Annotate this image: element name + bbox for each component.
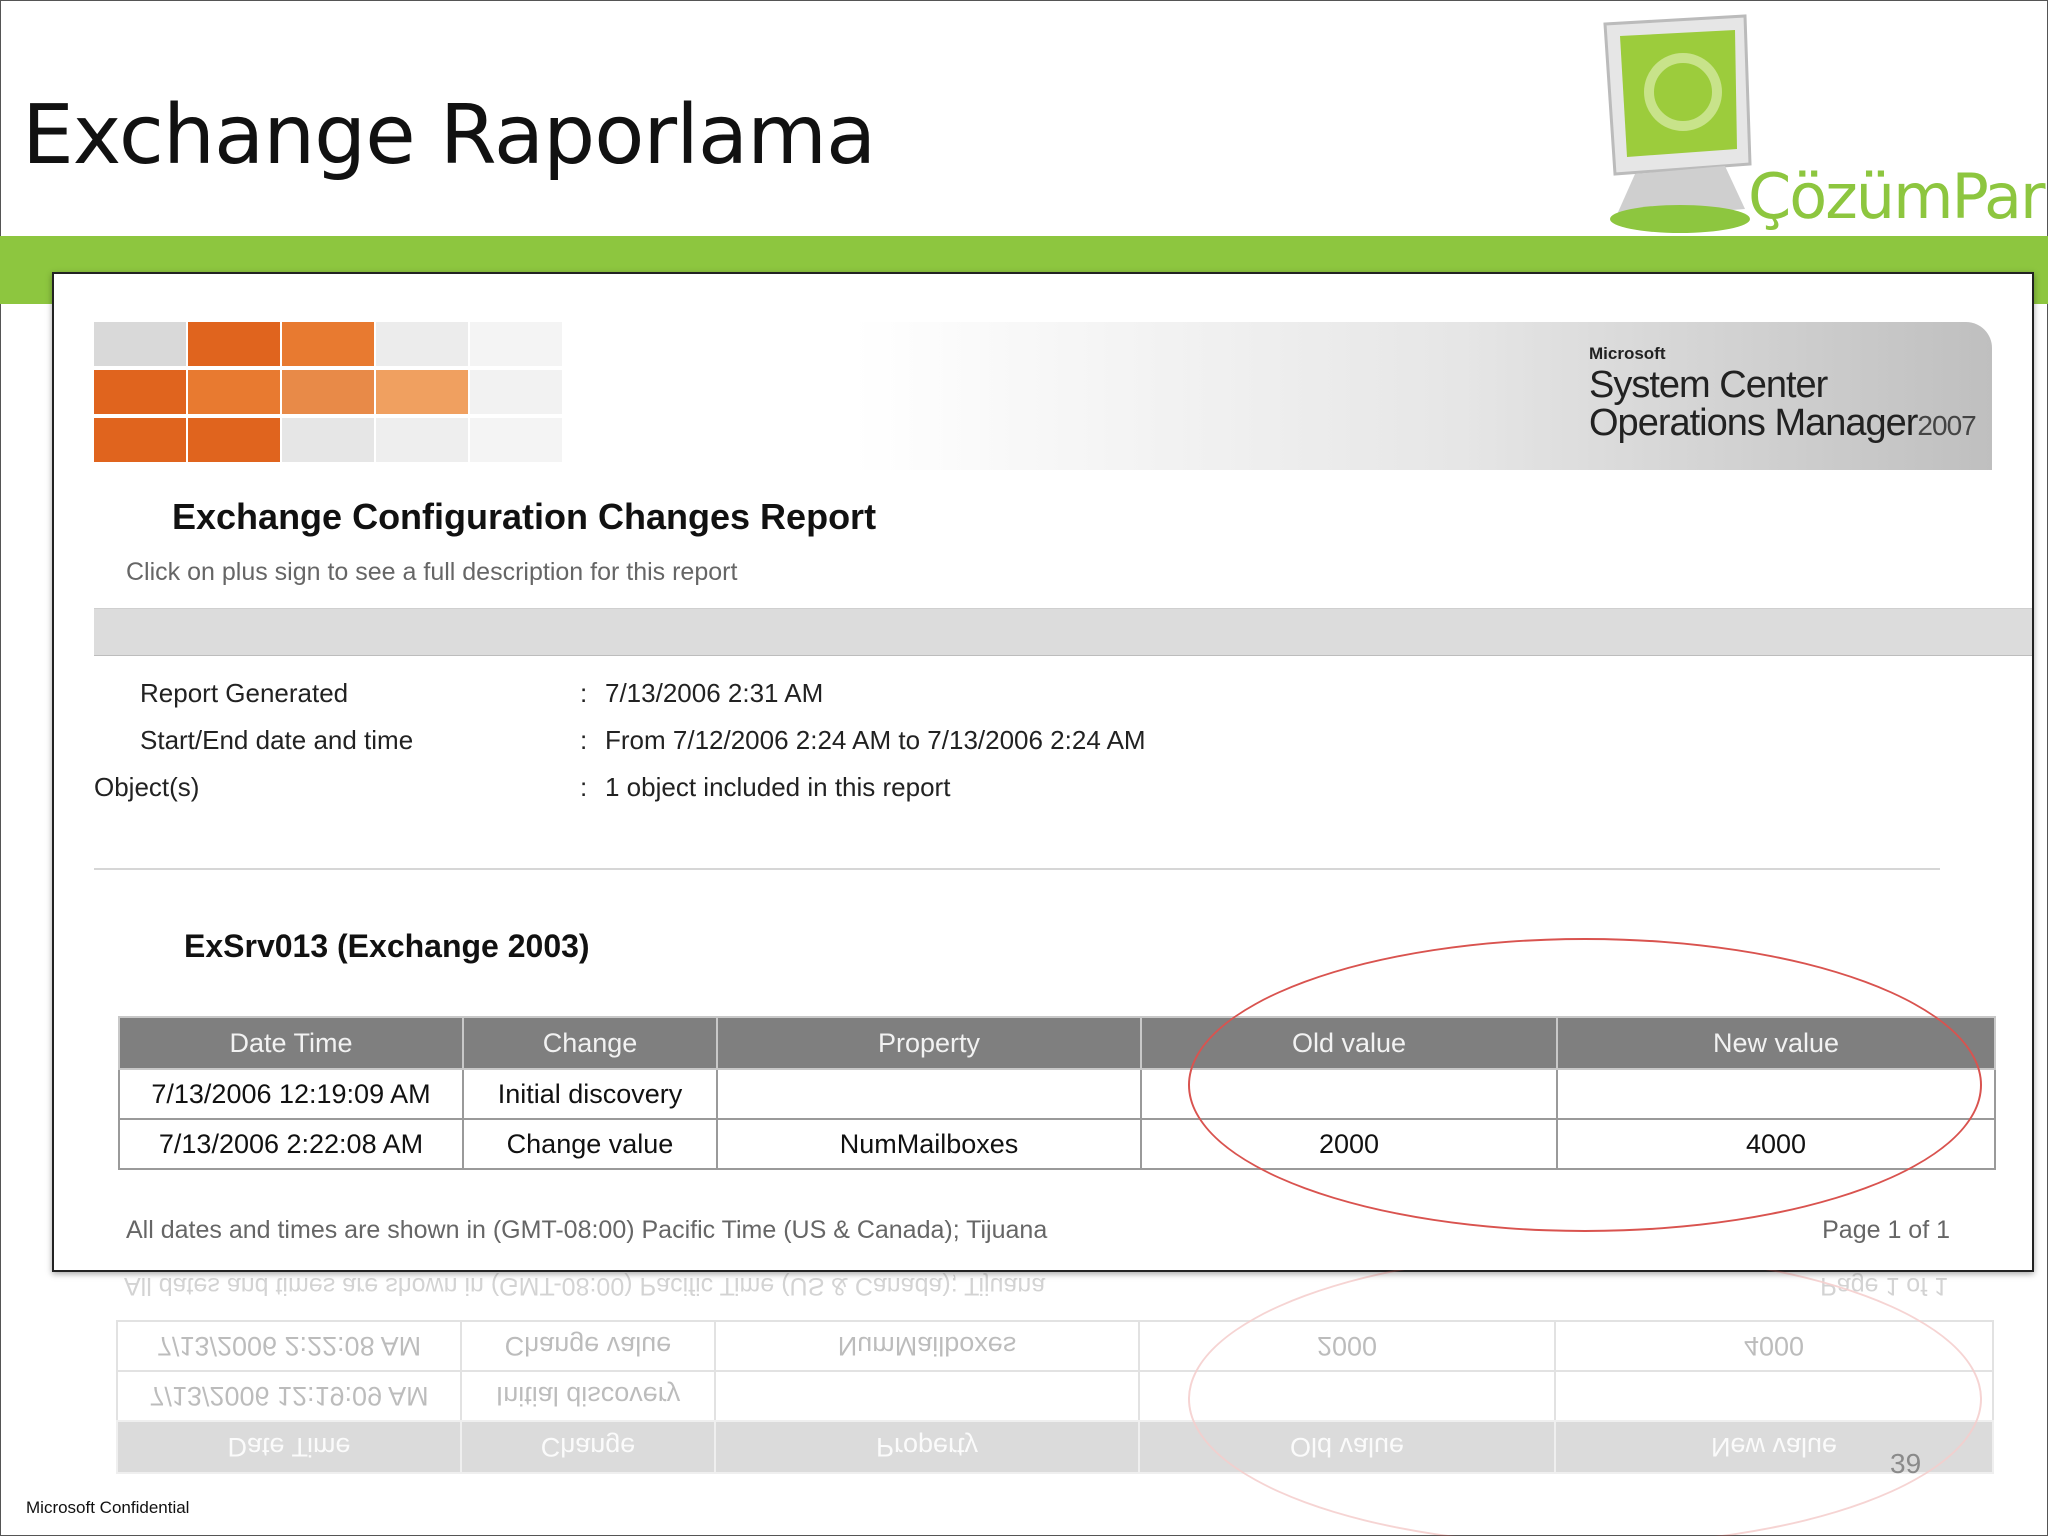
cell-property: NumMailboxes <box>716 1118 1142 1170</box>
cell-property <box>716 1068 1142 1120</box>
meta-value: 7/13/2006 2:31 AM <box>605 678 824 708</box>
reflection-ellipse <box>1188 1270 1982 1536</box>
header-change: Change <box>462 1016 718 1070</box>
brand-line1: System Center <box>1589 364 1828 406</box>
report-toolbar-bar <box>94 608 2032 656</box>
reflection-footer-timezone: All dates and times are shown in (GMT-08… <box>124 1272 1046 1300</box>
brand-year: 2007 <box>1917 410 1976 441</box>
reflection-cell: 7/13/2006 2:22:08 AM <box>117 1321 461 1371</box>
footer-page: Page 1 of 1 <box>1822 1216 1950 1244</box>
report-subtitle[interactable]: Click on plus sign to see a full descrip… <box>126 558 737 587</box>
cell-change: Initial discovery <box>462 1068 718 1120</box>
meta-colon: : <box>580 772 588 802</box>
reflection-cell: NumMailboxes <box>715 1321 1139 1371</box>
reflection-cell <box>715 1371 1139 1421</box>
reflection: Date Time Change Property Old value New … <box>52 1270 2030 1536</box>
reflection-cell: Change value <box>461 1321 715 1371</box>
reflection-inner: Date Time Change Property Old value New … <box>52 1270 2030 1536</box>
header-property: Property <box>716 1016 1142 1070</box>
meta-label: Start/End date and time <box>140 725 414 755</box>
meta-label: Report Generated <box>140 678 349 708</box>
reflection-cell: Initial discovery <box>461 1371 715 1421</box>
header-date-time: Date Time <box>118 1016 464 1070</box>
reflection-cell: 7/13/2006 12:19:09 AM <box>117 1371 461 1421</box>
divider <box>94 868 1940 870</box>
meta-colon: : <box>580 678 588 708</box>
reflection-header: Change <box>461 1421 715 1473</box>
page-number: 39 <box>1890 1448 1922 1479</box>
meta-label: Object(s) <box>94 772 200 802</box>
brand-line2-text: Operations Manager <box>1589 402 1918 444</box>
server-name: ExSrv013 (Exchange 2003) <box>184 928 590 964</box>
highlight-ellipse <box>1188 938 1982 1232</box>
cell-change: Change value <box>462 1118 718 1170</box>
cell-date-time: 7/13/2006 2:22:08 AM <box>118 1118 464 1170</box>
brand-small: Microsoft <box>1589 344 1666 363</box>
footer-timezone: All dates and times are shown in (GMT-08… <box>126 1216 1048 1244</box>
meta-value: From 7/12/2006 2:24 AM to 7/13/2006 2:24… <box>605 725 1146 755</box>
meta-colon: : <box>580 725 588 755</box>
cell-date-time: 7/13/2006 12:19:09 AM <box>118 1068 464 1120</box>
report-title: Exchange Configuration Changes Report <box>172 496 877 537</box>
reflection-header: Property <box>715 1421 1139 1473</box>
confidential-label: Microsoft Confidential <box>26 1498 190 1517</box>
logo-text: ÇözümPark <box>1748 160 2048 233</box>
reflection-header: Date Time <box>117 1421 461 1473</box>
report-banner: Microsoft System Center Operations Manag… <box>94 322 1992 470</box>
meta-value: 1 object included in this report <box>605 772 951 802</box>
slide-title: Exchange Raporlama <box>22 88 876 183</box>
brand-line2: Operations Manager2007 <box>1589 402 1977 445</box>
